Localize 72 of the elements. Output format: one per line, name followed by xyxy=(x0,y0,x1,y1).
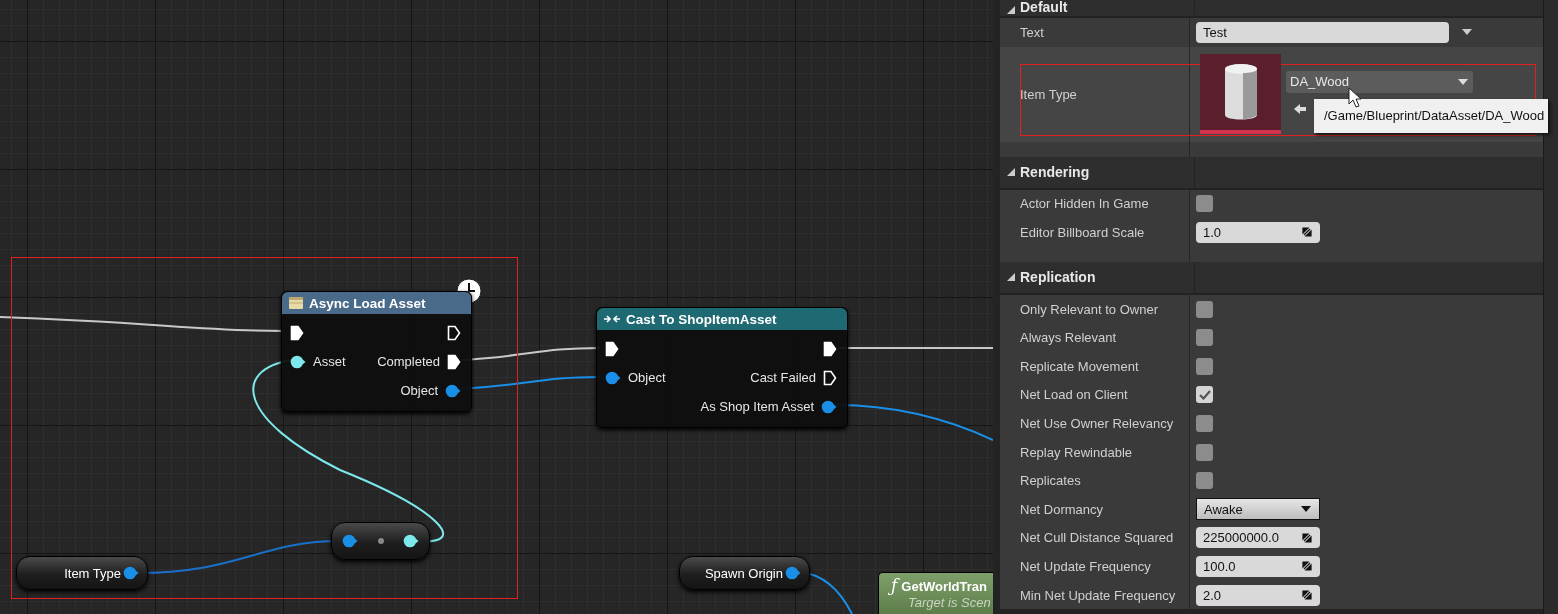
asset-thumbnail[interactable] xyxy=(1200,54,1281,135)
property-label: Text xyxy=(1020,24,1044,40)
expand-triangle-icon xyxy=(1006,5,1016,15)
text-field[interactable]: Test xyxy=(1196,21,1449,43)
node-title: Async Load Asset xyxy=(309,295,426,311)
checkbox[interactable] xyxy=(1196,357,1213,375)
pin-label: Object xyxy=(400,383,438,398)
property-label: Net Update Frequency xyxy=(1020,558,1151,574)
node-title: Cast To ShopItemAsset xyxy=(626,311,777,327)
pin-label: As Shop Item Asset xyxy=(700,399,814,414)
property-label: Replay Rewindable xyxy=(1020,444,1132,460)
section-title: Rendering xyxy=(1020,164,1091,181)
checkbox[interactable] xyxy=(1196,443,1213,461)
property-label: Replicates xyxy=(1020,473,1081,489)
property-label: Net Dormancy xyxy=(1020,501,1104,517)
arrows-icon xyxy=(603,314,621,324)
variable-node[interactable]: Item Type xyxy=(16,556,148,590)
graph-node[interactable]: Async Load Asset Asset Completed Object xyxy=(281,291,472,412)
number-field[interactable]: 100.0 xyxy=(1196,555,1320,577)
property-label: Net Use Owner Relevancy xyxy=(1020,415,1174,431)
dropdown-caret-icon xyxy=(1457,77,1469,86)
drag-handle-icon xyxy=(1301,226,1313,239)
dot-icon xyxy=(376,537,385,545)
pin-label: Asset xyxy=(313,354,346,369)
checkbox[interactable] xyxy=(1196,329,1213,347)
pin-label: Cast Failed xyxy=(750,370,816,385)
number-field[interactable]: 225000000.0 xyxy=(1196,527,1320,549)
property-label: Always Relevant xyxy=(1020,330,1117,346)
graph-node[interactable]: Cast To ShopItemAsset Object Cast Failed As Shop Item Asset xyxy=(596,307,848,428)
pin-label: Object xyxy=(628,370,666,385)
number-field[interactable]: 2.0 xyxy=(1196,584,1320,606)
property-label: Actor Hidden In Game xyxy=(1020,196,1149,212)
checkbox[interactable] xyxy=(1196,195,1213,213)
asset-dropdown[interactable]: DA_Wood xyxy=(1286,70,1473,93)
conversion-node[interactable] xyxy=(331,522,430,560)
checkmark-icon xyxy=(1198,389,1211,400)
drag-handle-icon xyxy=(1301,531,1313,544)
checkbox[interactable] xyxy=(1196,472,1213,490)
property-label: Net Load on Client xyxy=(1020,387,1128,403)
property-label: Min Net Update Frequency xyxy=(1020,587,1176,603)
property-label: Item Type xyxy=(1020,86,1077,102)
variable-node[interactable]: Spawn Origin xyxy=(679,556,810,590)
dropdown-caret-icon xyxy=(1300,505,1312,514)
section-header[interactable]: Replication xyxy=(1000,261,1543,295)
property-label: Editor Billboard Scale xyxy=(1020,225,1145,240)
section-title: Replication xyxy=(1020,269,1097,286)
checkbox[interactable] xyxy=(1196,414,1213,432)
expand-triangle-icon xyxy=(1006,167,1016,178)
table-icon xyxy=(288,296,304,310)
variable-label: Spawn Origin xyxy=(704,565,783,581)
checkbox[interactable] xyxy=(1196,386,1213,404)
left-arrow-icon xyxy=(1293,102,1307,115)
pin-label: Completed xyxy=(377,354,440,369)
property-label: Only Relevant to Owner xyxy=(1020,301,1158,317)
section-title: Default xyxy=(1020,0,1069,15)
drag-handle-icon xyxy=(1301,560,1313,573)
node-subtitle: Target is Scen xyxy=(908,595,991,610)
number-field[interactable]: 1.0 xyxy=(1196,222,1320,243)
section-header[interactable]: Rendering xyxy=(1000,156,1543,190)
property-label: Replicate Movement xyxy=(1020,358,1139,374)
drag-handle-icon xyxy=(1301,589,1313,601)
variable-label: Item Type xyxy=(64,565,121,581)
scrollbar[interactable] xyxy=(1543,0,1558,614)
tooltip: /Game/Blueprint/DataAsset/DA_Wood xyxy=(1314,98,1549,133)
section-header[interactable]: Default xyxy=(1000,0,1543,18)
checkbox[interactable] xyxy=(1196,300,1213,318)
expand-triangle-icon xyxy=(1006,272,1016,283)
dropdown-caret-icon xyxy=(1461,28,1473,37)
property-label: Net Cull Distance Squared xyxy=(1020,530,1174,546)
dropdown[interactable]: Awake xyxy=(1196,498,1320,521)
node-title: GetWorldTran xyxy=(901,579,987,594)
mouse-cursor-icon xyxy=(1348,86,1362,109)
